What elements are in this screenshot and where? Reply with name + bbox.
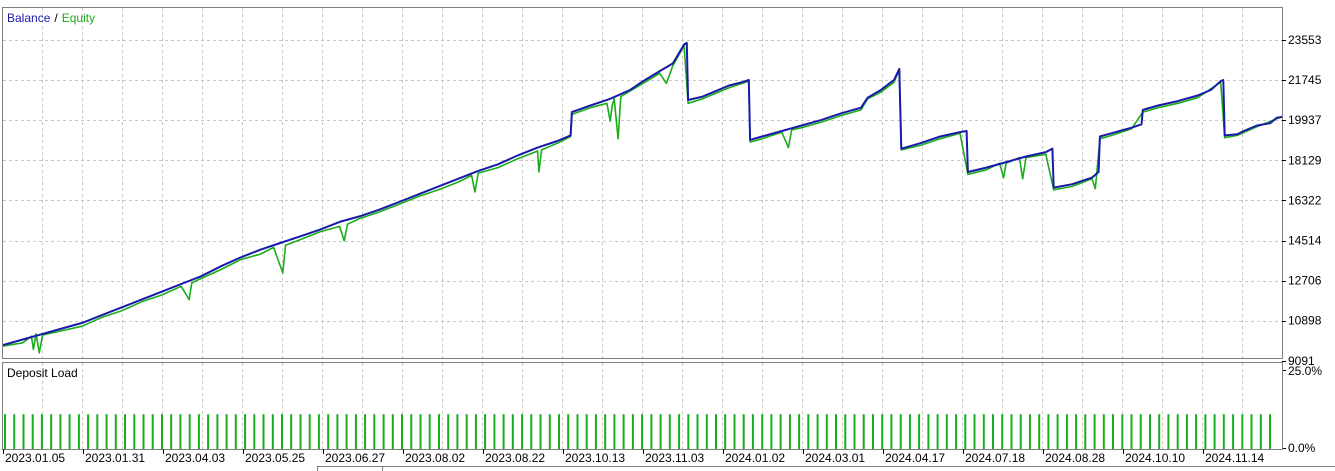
chart-background xyxy=(0,0,1335,471)
x-tick-label: 2024.07.18 xyxy=(965,451,1025,465)
deposit-load-min-tick: 0.0% xyxy=(1288,441,1316,455)
x-tick-label: 2023.01.31 xyxy=(85,451,145,465)
x-tick-label: 2024.01.02 xyxy=(725,451,785,465)
x-tick-label: 2023.08.02 xyxy=(405,451,465,465)
x-tick-label: 2024.04.17 xyxy=(885,451,945,465)
x-tick-label: 2023.11.03 xyxy=(645,451,704,465)
x-tick-label: 2024.11.14 xyxy=(1205,451,1264,465)
y-tick-label: 23553 xyxy=(1288,33,1322,47)
y-tick-label: 19937 xyxy=(1288,113,1322,127)
y-tick-label: 16322 xyxy=(1288,193,1322,207)
balance-equity-chart: 23553 21745 19937 18129 16322 14514 12706 10898… xyxy=(0,0,1335,471)
x-tick-label: 2024.08.28 xyxy=(1045,451,1105,465)
legend-balance: Balance xyxy=(7,11,51,25)
deposit-load-max-tick: 25.0% xyxy=(1288,364,1322,378)
y-tick-label: 12706 xyxy=(1288,274,1322,288)
x-tick-label: 2024.03.01 xyxy=(805,451,865,465)
x-tick-label: 2024.10.10 xyxy=(1125,451,1185,465)
x-tick-label: 2023.08.22 xyxy=(485,451,545,465)
y-tick-label: 21745 xyxy=(1288,73,1322,87)
legend-equity: Equity xyxy=(62,11,95,25)
main-y-axis: 23553 21745 19937 18129 16322 14514 12706 10898… xyxy=(1282,33,1322,368)
x-tick-label: 2023.10.13 xyxy=(565,451,625,465)
y-tick-label: 10898 xyxy=(1288,314,1322,328)
deposit-load-label: Deposit Load xyxy=(7,366,78,380)
y-tick-label: 14514 xyxy=(1288,234,1322,248)
x-tick-label: 2023.01.05 xyxy=(5,451,65,465)
x-tick-label: 2023.04.03 xyxy=(165,451,225,465)
y-tick-label: 18129 xyxy=(1288,153,1322,167)
x-tick-label: 2023.05.25 xyxy=(245,451,305,465)
x-tick-label: 2023.06.27 xyxy=(325,451,385,465)
